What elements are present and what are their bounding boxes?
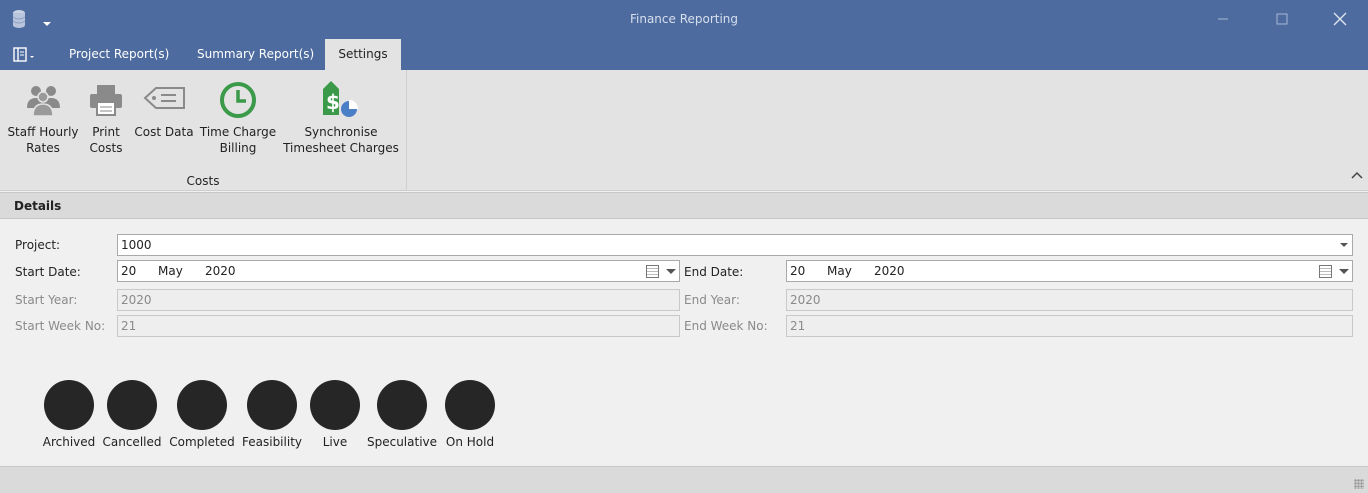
project-value: 1000: [121, 238, 152, 252]
price-tag-icon: [142, 85, 186, 119]
start-date-label: Start Date:: [15, 265, 81, 279]
end-date-day[interactable]: 20: [790, 261, 805, 281]
status-label: Completed: [169, 435, 235, 449]
project-label: Project:: [15, 238, 61, 252]
status-label: Archived: [42, 435, 96, 449]
print-costs-label-2: Costs: [89, 141, 123, 155]
status-indicator-circle[interactable]: [44, 380, 94, 430]
status-completed[interactable]: Completed: [168, 380, 236, 449]
tab-settings[interactable]: Settings: [325, 39, 401, 70]
application-menu-icon[interactable]: [12, 39, 42, 70]
end-week-field: 21: [786, 315, 1353, 337]
end-year-value: 2020: [790, 293, 821, 307]
status-indicator-circle[interactable]: [107, 380, 157, 430]
status-live[interactable]: Live: [308, 380, 362, 449]
close-button[interactable]: [1328, 8, 1352, 30]
details-title: Details: [14, 199, 62, 213]
start-week-value: 21: [121, 319, 137, 333]
end-date-month[interactable]: May: [827, 261, 852, 281]
time-charge-billing-label-1: Time Charge: [199, 125, 277, 139]
start-date-day[interactable]: 20: [121, 261, 136, 281]
dollar-sync-icon: $: [319, 79, 363, 125]
status-indicator-circle[interactable]: [247, 380, 297, 430]
status-label: Speculative: [366, 435, 438, 449]
status-speculative[interactable]: Speculative: [366, 380, 438, 449]
calendar-icon[interactable]: [646, 265, 659, 278]
end-week-value: 21: [790, 319, 806, 333]
status-indicator-circle[interactable]: [377, 380, 427, 430]
start-date-picker[interactable]: 20 May 2020: [117, 260, 680, 282]
tab-project-reports[interactable]: Project Report(s): [69, 39, 169, 70]
print-costs-button[interactable]: Print Costs: [84, 80, 128, 156]
end-year-field: 2020: [786, 289, 1353, 311]
start-week-field: 21: [117, 315, 680, 337]
end-date-picker[interactable]: 20 May 2020: [786, 260, 1353, 282]
synchronise-label-2: Timesheet Charges: [283, 141, 399, 155]
start-week-label: Start Week No:: [15, 319, 106, 333]
start-year-label: Start Year:: [15, 293, 78, 307]
end-date-label: End Date:: [684, 265, 744, 279]
tab-summary-reports[interactable]: Summary Report(s): [197, 39, 314, 70]
start-year-field: 2020: [117, 289, 680, 311]
start-year-value: 2020: [121, 293, 152, 307]
status-feasibility[interactable]: Feasibility: [240, 380, 304, 449]
ribbon-tab-bar: Project Report(s) Summary Report(s) Sett…: [0, 39, 1368, 70]
status-indicator-circle[interactable]: [310, 380, 360, 430]
end-year-label: End Year:: [684, 293, 740, 307]
status-indicator-circle[interactable]: [177, 380, 227, 430]
clock-icon: [219, 81, 257, 123]
time-charge-billing-label-2: Billing: [219, 141, 257, 155]
status-archived[interactable]: Archived: [40, 380, 98, 449]
chevron-up-icon[interactable]: [1350, 168, 1364, 182]
status-on-hold[interactable]: On Hold: [440, 380, 500, 449]
window-title: Finance Reporting: [629, 12, 739, 26]
staff-hourly-rates-label-1: Staff Hourly: [7, 125, 79, 139]
project-combobox[interactable]: 1000: [117, 234, 1353, 256]
ribbon-group-label-costs: Costs: [186, 174, 220, 188]
end-week-label: End Week No:: [684, 319, 768, 333]
status-bar: [0, 466, 1368, 493]
cost-data-label: Cost Data: [134, 125, 194, 139]
synchronise-label-1: Synchronise: [304, 125, 378, 139]
status-label: Live: [322, 435, 348, 449]
maximize-button[interactable]: [1270, 8, 1294, 30]
status-indicator-circle[interactable]: [445, 380, 495, 430]
print-costs-label-1: Print: [92, 125, 120, 139]
end-date-year[interactable]: 2020: [874, 261, 905, 281]
cost-data-button[interactable]: Cost Data: [133, 80, 195, 140]
printer-icon: [88, 82, 124, 122]
title-bar: Finance Reporting: [0, 0, 1368, 39]
details-section-header: Details: [0, 192, 1368, 219]
status-label: On Hold: [445, 435, 495, 449]
status-cancelled[interactable]: Cancelled: [102, 380, 162, 449]
ribbon-panel: Staff Hourly Rates Print Costs Cost Data…: [0, 70, 1368, 191]
status-label: Cancelled: [102, 435, 162, 449]
start-date-year[interactable]: 2020: [205, 261, 236, 281]
start-date-month[interactable]: May: [158, 261, 183, 281]
staff-icon: [24, 82, 62, 122]
status-label: Feasibility: [242, 435, 302, 449]
calendar-icon[interactable]: [1319, 265, 1332, 278]
chevron-down-icon[interactable]: [1339, 269, 1349, 274]
svg-text:$: $: [326, 90, 340, 114]
chevron-down-icon[interactable]: [666, 269, 676, 274]
ribbon-group-separator: [406, 70, 407, 190]
resize-grip-icon[interactable]: [1354, 479, 1364, 489]
staff-hourly-rates-label-2: Rates: [26, 141, 60, 155]
minimize-button[interactable]: [1211, 8, 1235, 30]
chevron-down-icon[interactable]: [1340, 243, 1348, 247]
time-charge-billing-button[interactable]: Time Charge Billing: [198, 80, 278, 156]
synchronise-timesheet-charges-button[interactable]: $ Synchronise Timesheet Charges: [283, 80, 399, 156]
staff-hourly-rates-button[interactable]: Staff Hourly Rates: [6, 80, 80, 156]
